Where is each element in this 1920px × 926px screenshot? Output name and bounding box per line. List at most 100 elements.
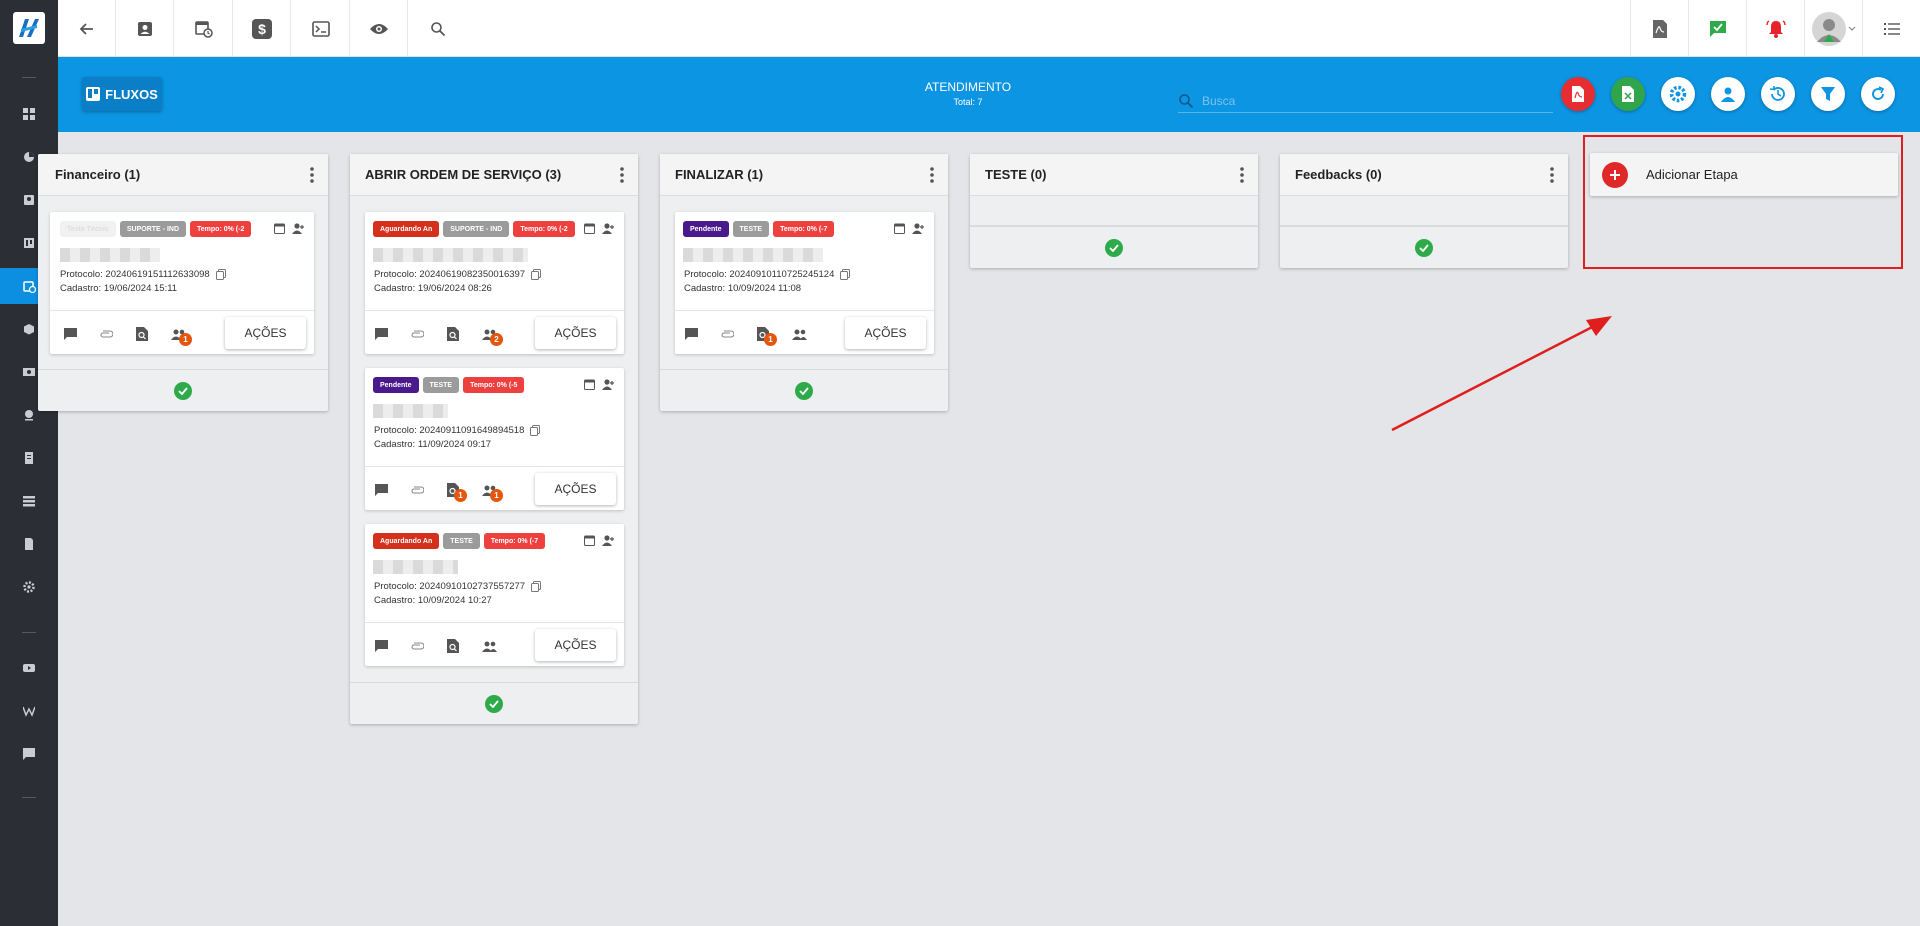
ticket-card[interactable]: Pendente TESTE Tempo: 0% (-7 Protocolo: … (675, 212, 934, 354)
assign-user-icon[interactable] (291, 223, 304, 234)
copy-icon[interactable] (215, 269, 226, 280)
search-button[interactable] (409, 0, 467, 57)
calendar-icon[interactable] (894, 223, 905, 234)
document-search-button[interactable] (445, 638, 461, 654)
column-teste: TESTE (0) (970, 154, 1258, 268)
history-button[interactable] (1761, 77, 1795, 111)
user-filter-button[interactable] (1711, 77, 1745, 111)
ticket-card[interactable]: Teste Técnic SUPORTE - IND Tempo: 0% (-2… (50, 212, 314, 354)
copy-icon[interactable] (530, 425, 541, 436)
comments-button[interactable] (62, 326, 78, 342)
check-circle-icon[interactable] (485, 694, 503, 713)
export-pdf-button[interactable] (1561, 77, 1595, 111)
attachments-button[interactable] (409, 482, 425, 498)
more-vertical-icon[interactable] (930, 167, 934, 183)
calendar-icon[interactable] (584, 223, 595, 234)
column-header: Financeiro (1) (38, 154, 328, 196)
sidebar-item-documents[interactable] (0, 440, 58, 476)
comments-button[interactable] (373, 326, 389, 342)
more-vertical-icon[interactable] (1550, 167, 1554, 183)
sidebar-item-settings[interactable] (0, 569, 58, 605)
assign-user-icon[interactable] (601, 535, 614, 546)
search-input[interactable] (1202, 93, 1532, 108)
sidebar-item-video[interactable] (0, 650, 58, 686)
participants-button[interactable]: 1 (170, 326, 192, 346)
check-circle-icon[interactable] (1105, 238, 1123, 257)
actions-button[interactable]: AÇÕES (535, 473, 616, 505)
sidebar-item-lists[interactable] (0, 483, 58, 519)
actions-button[interactable]: AÇÕES (535, 629, 616, 661)
comments-button[interactable] (373, 482, 389, 498)
calendar-icon[interactable] (274, 223, 285, 234)
copy-icon[interactable] (531, 581, 542, 592)
comments-button[interactable] (373, 638, 389, 654)
sidebar-item-wiki[interactable] (0, 693, 58, 729)
add-stage-button[interactable]: Adicionar Etapa (1590, 153, 1898, 196)
document-search-button[interactable] (445, 326, 461, 342)
document-search-icon (136, 327, 148, 341)
tasks-button[interactable] (1688, 0, 1746, 57)
participants-button[interactable]: 1 (481, 482, 503, 502)
card-footer: AÇÕES (365, 622, 624, 666)
app-logo[interactable] (13, 12, 45, 44)
schedule-button[interactable] (175, 0, 233, 57)
participants-button[interactable] (791, 326, 807, 342)
terminal-button[interactable] (292, 0, 350, 57)
sidebar-item-files[interactable] (0, 526, 58, 562)
card-footer: 1 1 AÇÕES (365, 466, 624, 510)
ticket-card[interactable]: Pendente TESTE Tempo: 0% (-5 Protocolo: … (365, 368, 624, 510)
refresh-button[interactable] (1861, 77, 1895, 111)
filter-button[interactable] (1811, 77, 1845, 111)
calendar-icon[interactable] (584, 379, 595, 390)
attachments-button[interactable] (98, 326, 114, 342)
notifications-button[interactable] (1746, 0, 1804, 57)
sidebar-item-dashboard[interactable] (0, 96, 58, 132)
assign-user-icon[interactable] (601, 379, 614, 390)
check-circle-icon[interactable] (795, 381, 813, 400)
actions-button[interactable]: AÇÕES (225, 317, 306, 349)
protocol-line: Protocolo: 20240910102737557277 (374, 581, 542, 592)
view-button[interactable] (350, 0, 408, 57)
contacts-button[interactable] (116, 0, 174, 57)
more-vertical-icon[interactable] (620, 167, 624, 183)
column-financeiro: Financeiro (1) Teste Técnic SUPORTE - IN… (38, 154, 328, 411)
plus-circle-icon (1602, 161, 1628, 188)
export-excel-button[interactable] (1611, 77, 1645, 111)
menu-list-button[interactable] (1862, 0, 1920, 57)
attachments-button[interactable] (409, 638, 425, 654)
more-vertical-icon[interactable] (1240, 167, 1244, 183)
fluxos-button[interactable]: FLUXOS (82, 77, 162, 111)
actions-button[interactable]: AÇÕES (845, 317, 926, 349)
assign-user-icon[interactable] (911, 223, 924, 234)
check-circle-icon[interactable] (174, 381, 192, 400)
department-badge: TESTE (443, 533, 480, 549)
settings-button[interactable] (1661, 77, 1695, 111)
attachments-button[interactable] (409, 326, 425, 342)
actions-button[interactable]: AÇÕES (535, 317, 616, 349)
participants-button[interactable]: 2 (481, 326, 503, 346)
back-button[interactable] (58, 0, 116, 57)
attachments-button[interactable] (719, 326, 735, 342)
calendar-icon[interactable] (584, 535, 595, 546)
document-search-button[interactable] (134, 326, 150, 342)
more-vertical-icon[interactable] (310, 167, 314, 183)
check-circle-icon[interactable] (1415, 238, 1433, 257)
document-search-button[interactable]: 1 (445, 482, 467, 502)
finance-button[interactable]: $ (233, 0, 291, 57)
participants-button[interactable] (481, 638, 497, 654)
card-top-icons (584, 379, 614, 390)
pie-chart-icon (24, 152, 34, 162)
pdf-button[interactable] (1630, 0, 1688, 57)
comments-button[interactable] (683, 326, 699, 342)
ticket-card[interactable]: Aguardando An SUPORTE - IND Tempo: 0% (-… (365, 212, 624, 354)
search-field (1178, 89, 1553, 113)
assign-user-icon[interactable] (601, 223, 614, 234)
copy-icon[interactable] (840, 269, 851, 280)
ticket-card[interactable]: Aguardando An TESTE Tempo: 0% (-7 Protoc… (365, 524, 624, 666)
document-search-button[interactable]: 1 (755, 326, 777, 346)
user-menu[interactable] (1804, 0, 1862, 57)
contact-card-icon (24, 195, 34, 205)
column-header: FINALIZAR (1) (660, 154, 948, 196)
copy-icon[interactable] (531, 269, 542, 280)
sidebar-item-chat[interactable] (0, 736, 58, 772)
